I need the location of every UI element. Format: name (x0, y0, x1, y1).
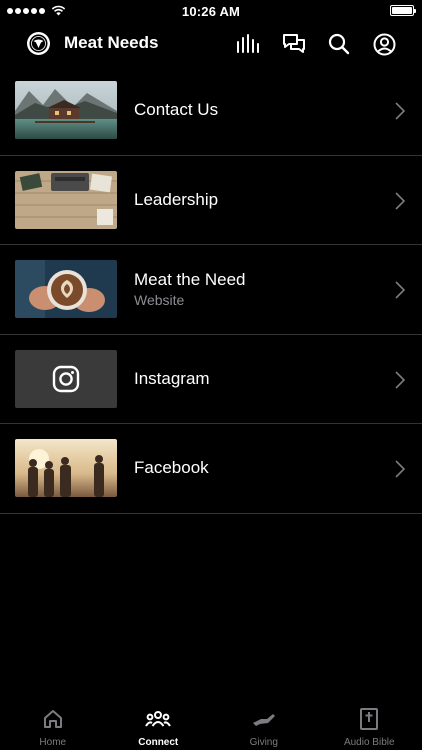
wifi-icon (51, 5, 66, 16)
profile-icon[interactable] (371, 31, 397, 57)
search-icon[interactable] (326, 31, 352, 57)
audio-bars-icon[interactable] (235, 31, 261, 57)
home-icon (40, 708, 66, 730)
instagram-logo-icon (52, 365, 80, 392)
lake-house-thumbnail (15, 81, 117, 139)
signal-wifi (7, 5, 66, 16)
coffee-latte-thumbnail (15, 260, 117, 318)
tab-label: Audio Bible (343, 737, 395, 748)
group-sunset-thumbnail (15, 439, 117, 497)
chevron-right-icon (395, 370, 406, 389)
list-item-title: Facebook (134, 458, 209, 477)
chevron-right-icon (395, 102, 406, 120)
chat-icon[interactable] (281, 31, 307, 57)
chevron-right-icon (395, 281, 406, 299)
tab-label: Connect (138, 737, 179, 748)
app-title: Meat Needs (64, 33, 159, 52)
list-item-contact-us[interactable]: Contact Us (0, 66, 422, 156)
list-item-facebook[interactable]: Facebook (0, 424, 422, 514)
list-item-instagram[interactable]: Instagram (0, 335, 422, 424)
desk-typewriter-thumbnail (15, 170, 117, 229)
logo-mark-icon (29, 34, 48, 53)
chevron-right-icon (395, 460, 406, 478)
signal-icon (7, 7, 45, 14)
list-item-subtitle: Website (134, 292, 185, 308)
church-logo[interactable] (27, 32, 50, 55)
tab-label: Home (39, 737, 67, 748)
connect-list: Contact Us Leadership Meat the Need Webs… (0, 66, 422, 514)
battery-icon (390, 5, 416, 16)
status-time: 10:26 AM (181, 3, 241, 19)
list-item-title: Leadership (134, 189, 219, 209)
list-item-meat-the-need[interactable]: Meat the Need Website (0, 245, 422, 335)
chevron-right-icon (395, 191, 406, 210)
giving-hand-icon (251, 708, 277, 730)
list-item-title: Instagram (134, 368, 210, 388)
app-header: Meat Needs (0, 22, 422, 66)
instagram-thumbnail (15, 349, 117, 408)
tab-giving[interactable]: Giving (211, 700, 317, 750)
list-item-title: Contact Us (134, 100, 219, 119)
list-item-leadership[interactable]: Leadership (0, 156, 422, 245)
tab-audio-bible[interactable]: Audio Bible (317, 700, 422, 750)
tab-home[interactable]: Home (0, 700, 106, 750)
tab-label: Giving (249, 737, 278, 748)
list-item-title: Meat the Need (134, 270, 246, 289)
people-icon (145, 708, 172, 730)
tab-bar: Home Connect Giving Audio Bible (0, 700, 422, 750)
status-bar: 10:26 AM (0, 0, 422, 22)
tab-connect[interactable]: Connect (106, 700, 212, 750)
bible-icon (356, 708, 382, 730)
